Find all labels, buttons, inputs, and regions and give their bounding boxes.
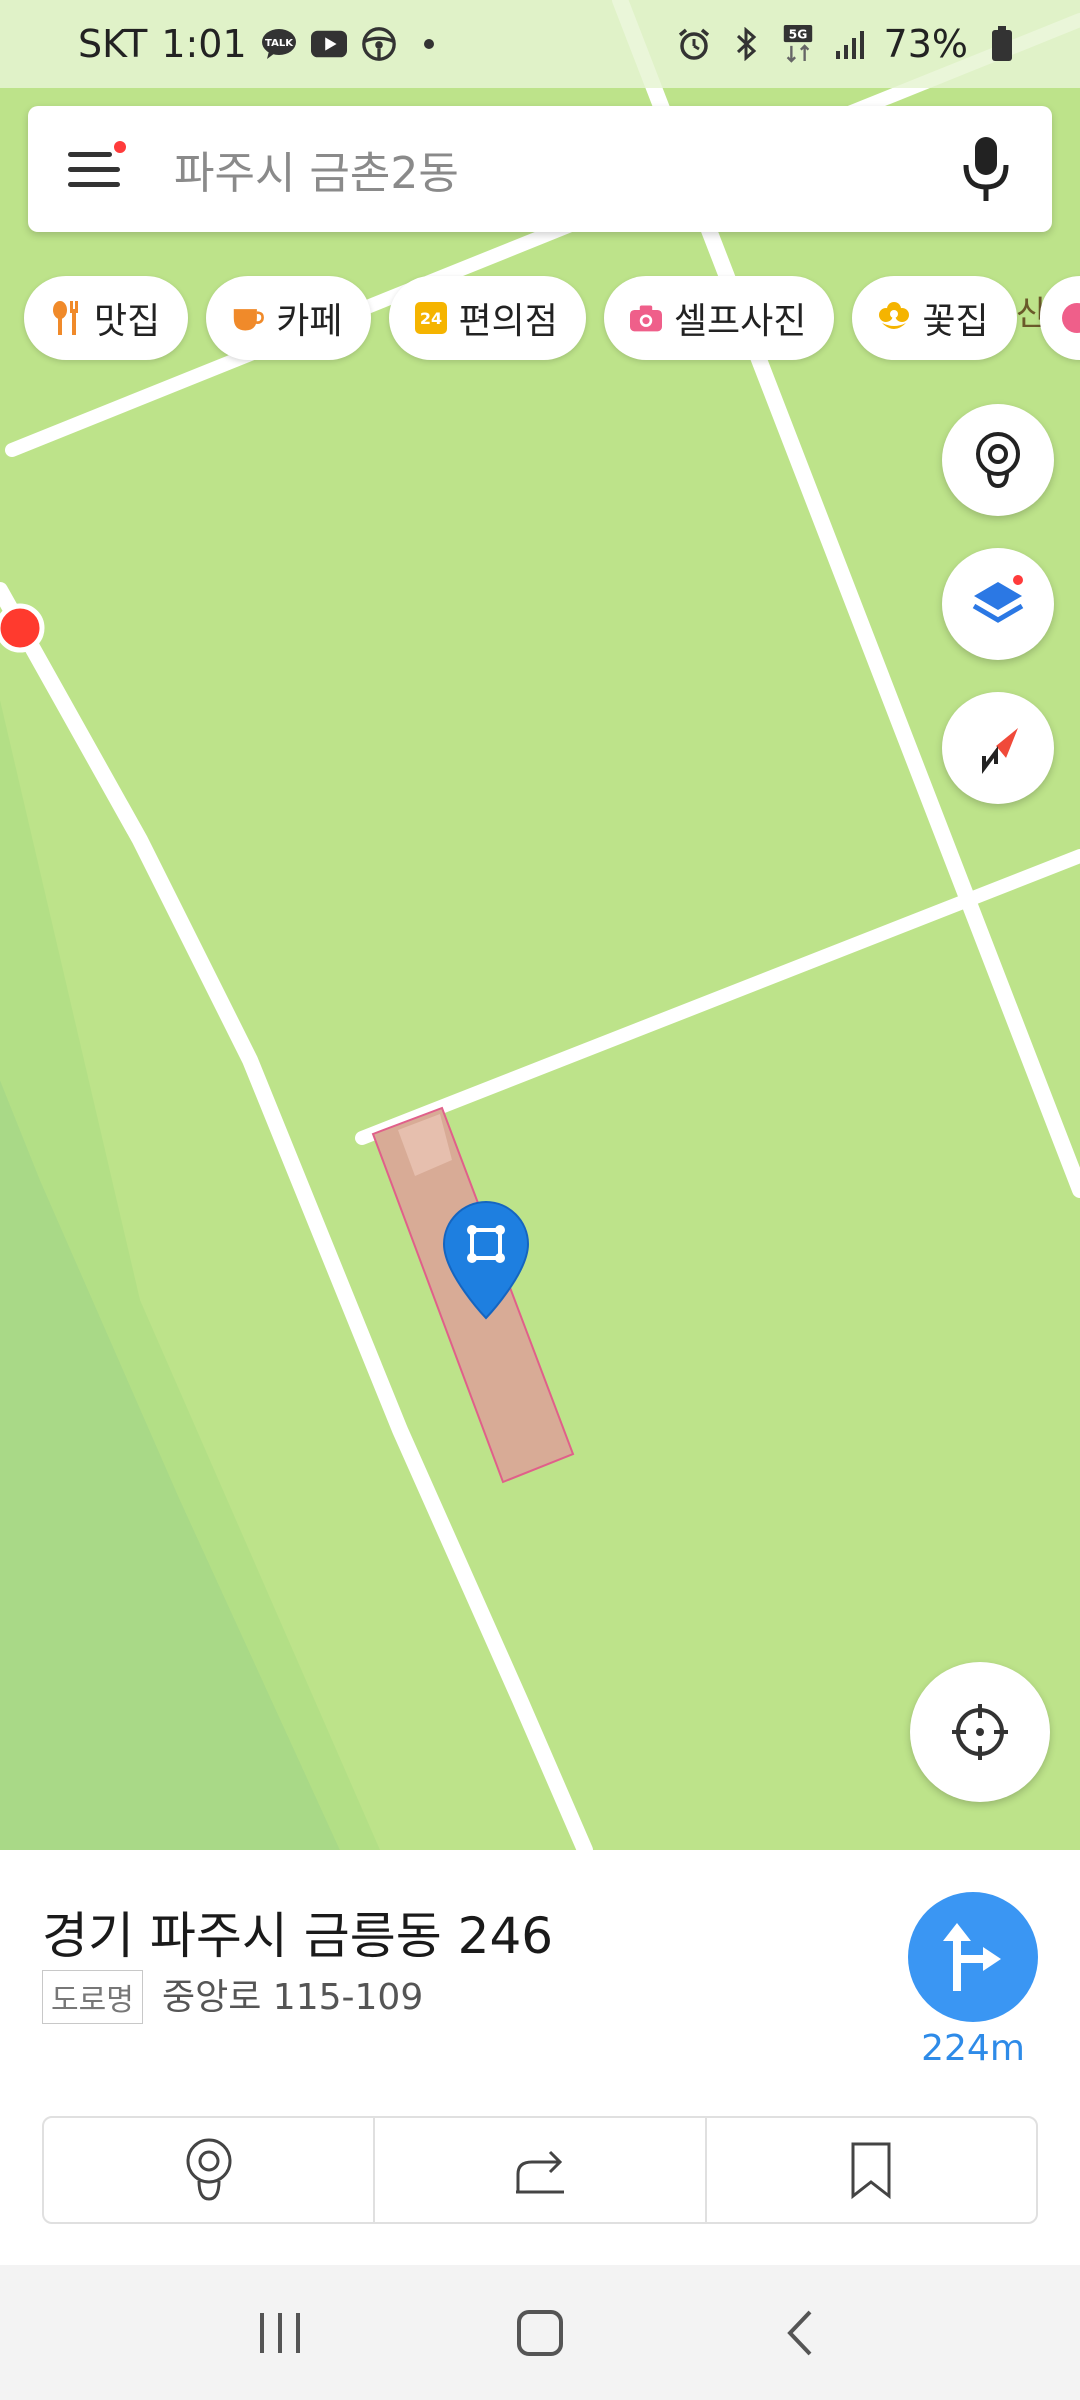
clock: 1:01 (161, 22, 247, 66)
talk-label: TALK (265, 38, 294, 49)
place-address: 경기 파주시 금릉동 246 (42, 1907, 554, 1965)
cafe-icon (232, 302, 265, 334)
crosshair-icon (952, 1704, 1008, 1760)
search-bar[interactable]: 파주시 금촌2동 (28, 106, 1052, 232)
flower-icon (878, 302, 910, 334)
alarm-icon (676, 26, 712, 62)
carrier-label: SKT (78, 22, 148, 66)
chip-label: 편의점 (458, 301, 558, 342)
restaurant-icon (50, 301, 82, 335)
youtube-icon (310, 26, 347, 62)
roadview-action-button[interactable] (44, 2118, 373, 2222)
share-button[interactable] (373, 2118, 704, 2222)
bookmark-icon (851, 2142, 891, 2200)
directions-button[interactable] (908, 1892, 1038, 2022)
recent-apps-button[interactable] (240, 2293, 320, 2373)
menu-button[interactable] (68, 139, 128, 199)
chip-flower-shop[interactable]: 꽃집 (852, 276, 1017, 360)
location-marker[interactable] (0, 603, 45, 653)
map-layers-button[interactable] (942, 548, 1054, 660)
home-icon (517, 2309, 563, 2356)
back-icon (787, 2310, 812, 2355)
share-icon (515, 2150, 564, 2194)
convenience-store-icon: 24 (414, 302, 447, 334)
compass-icon (980, 728, 1018, 774)
category-chips: 맛집 카페 24 편의점 셀프사진 꽃집 (24, 276, 1017, 360)
bookmark-button[interactable] (704, 2118, 1036, 2222)
place-info-panel: 경기 파주시 금릉동 246 도로명 중앙로 115-109 224m (0, 1850, 1080, 2265)
more-category-icon (1062, 303, 1080, 333)
back-button[interactable] (760, 2293, 840, 2373)
signal-icon (832, 26, 868, 62)
battery-icon (984, 26, 1020, 62)
current-location-button[interactable] (910, 1662, 1050, 1802)
road-address: 중앙로 115-109 (162, 1977, 424, 2018)
system-nav-bar (0, 2265, 1080, 2400)
action-bar (42, 2116, 1038, 2224)
chip-icon-text: 24 (419, 309, 441, 328)
roadview-icon (186, 2138, 232, 2201)
home-button[interactable] (500, 2293, 580, 2373)
voice-search-button[interactable] (956, 129, 1016, 209)
directions-icon (943, 1923, 1001, 1991)
chip-restaurant[interactable]: 맛집 (24, 276, 189, 360)
chip-label: 꽃집 (922, 301, 989, 342)
chip-cafe[interactable]: 카페 (206, 276, 371, 360)
notification-dot-icon (411, 26, 447, 62)
steering-wheel-icon (361, 26, 397, 62)
menu-icon (68, 151, 112, 157)
roadview-icon (976, 432, 1020, 489)
network-label: 5G (788, 27, 807, 41)
road-middle-diagonal (355, 849, 1080, 1145)
chip-label: 맛집 (94, 301, 161, 342)
battery-percent: 73% (883, 22, 968, 66)
compass-button[interactable] (942, 692, 1054, 804)
chip-label: 셀프사진 (673, 301, 807, 342)
route-distance: 224m (921, 2028, 1025, 2069)
roadview-button[interactable] (942, 404, 1054, 516)
menu-badge-dot (114, 141, 126, 153)
status-bar: SKT 1:01 TALK 5G 73% (0, 0, 1080, 88)
recent-apps-icon (260, 2312, 300, 2353)
microphone-icon (963, 137, 1009, 201)
network-5g-icon: 5G (780, 25, 816, 63)
chip-self-photo[interactable]: 셀프사진 (603, 276, 835, 360)
chip-convenience-store[interactable]: 24 편의점 (388, 276, 586, 360)
road-name-tag: 도로명 (42, 1970, 143, 2024)
layers-icon (972, 575, 1024, 623)
chip-label: 카페 (276, 301, 343, 342)
kakaotalk-icon: TALK (261, 26, 297, 62)
search-input[interactable]: 파주시 금촌2동 (174, 137, 956, 201)
bluetooth-icon (728, 26, 764, 62)
camera-icon (629, 302, 662, 334)
